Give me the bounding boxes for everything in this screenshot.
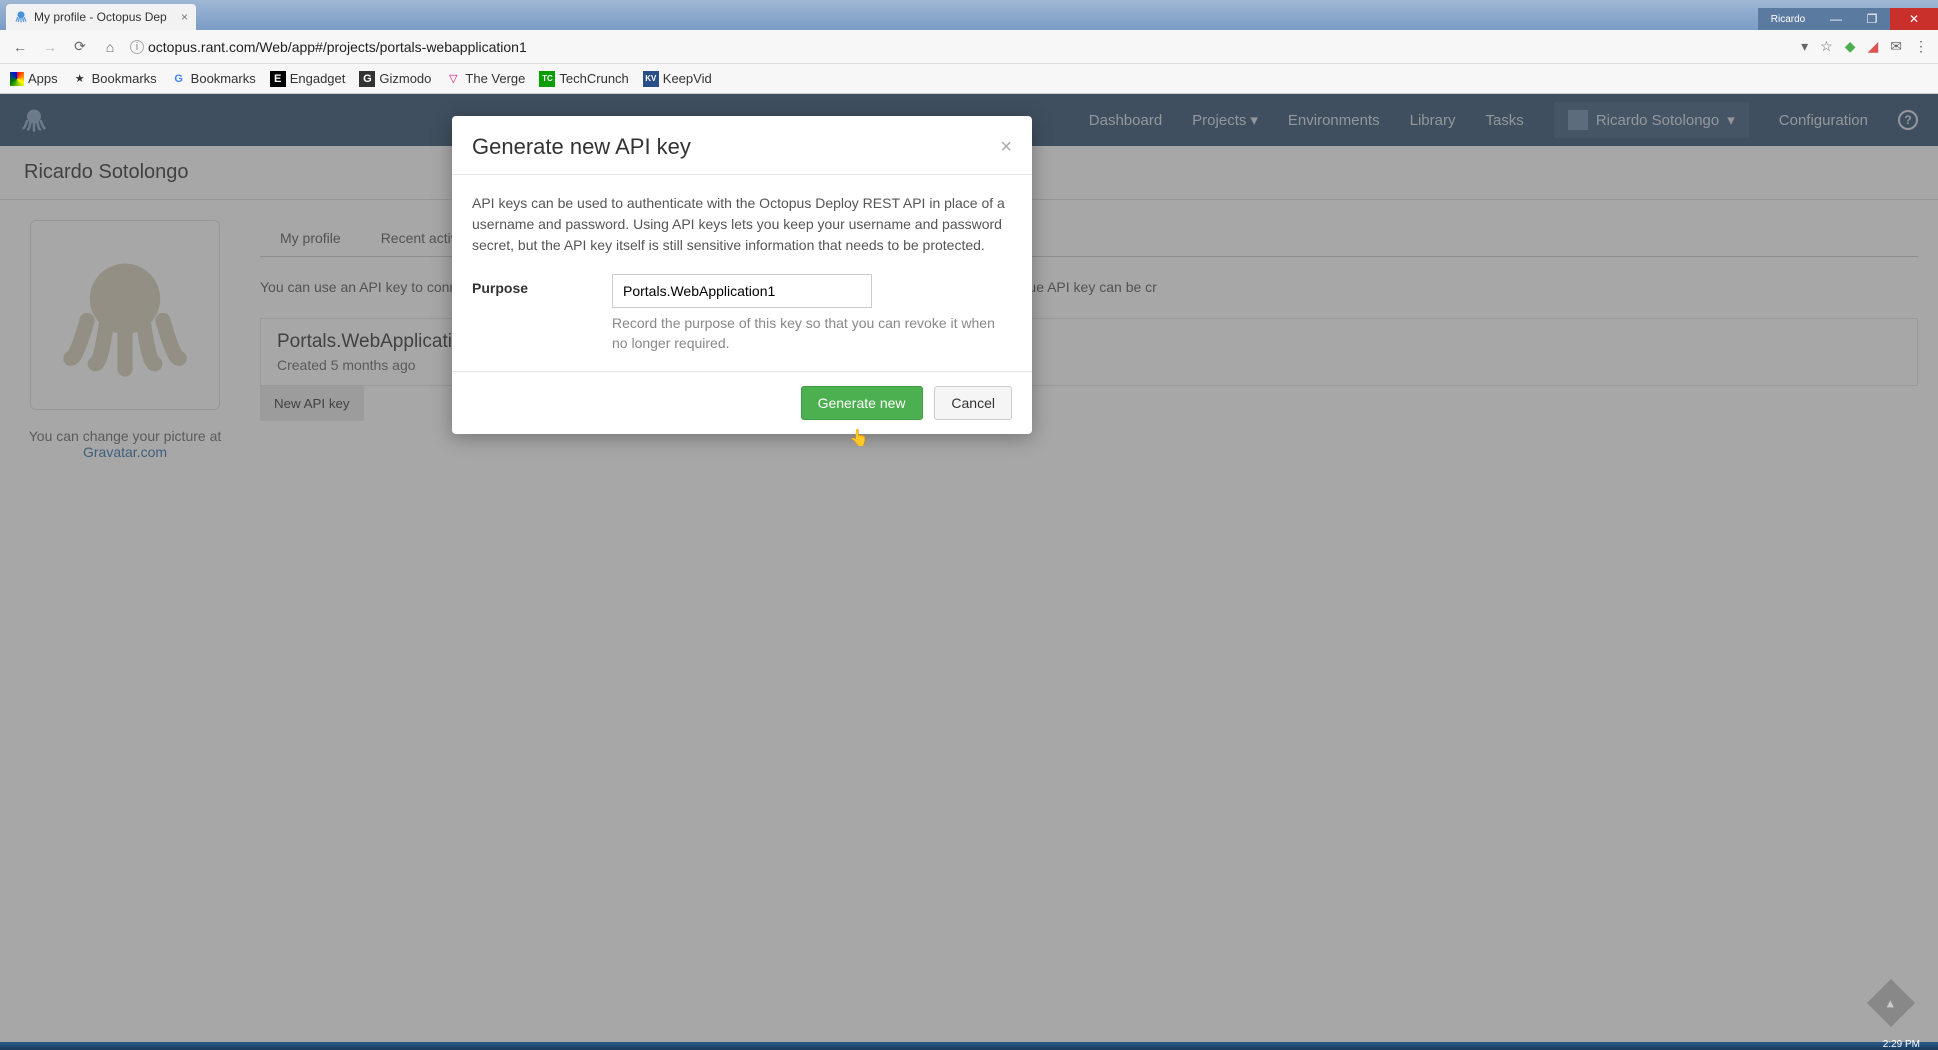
bookmark-item[interactable]: GGizmodo bbox=[359, 71, 431, 87]
verge-icon: ▽ bbox=[445, 71, 461, 87]
reload-icon[interactable]: ⟳ bbox=[70, 38, 90, 55]
bookmarks-bar: Apps ★Bookmarks GBookmarks EEngadget GGi… bbox=[0, 64, 1938, 94]
purpose-label: Purpose bbox=[472, 274, 592, 353]
extension-icon[interactable]: ◆ bbox=[1845, 38, 1856, 55]
bookmark-item[interactable]: GBookmarks bbox=[171, 71, 256, 87]
url-text: octopus.rant.com/Web/app#/projects/porta… bbox=[148, 39, 527, 55]
taskbar bbox=[0, 1042, 1938, 1050]
modal-title: Generate new API key bbox=[472, 134, 691, 160]
generate-new-button[interactable]: Generate new bbox=[801, 386, 923, 420]
window-minimize-button[interactable]: — bbox=[1818, 8, 1854, 30]
keepvid-icon: KV bbox=[643, 71, 659, 87]
star-icon[interactable]: ☆ bbox=[1820, 38, 1833, 55]
home-icon[interactable]: ⌂ bbox=[100, 39, 120, 55]
star-icon: ★ bbox=[72, 71, 88, 87]
bookmark-apps[interactable]: Apps bbox=[10, 71, 58, 86]
bookmark-item[interactable]: TCTechCrunch bbox=[539, 71, 628, 87]
back-icon[interactable]: ← bbox=[10, 39, 30, 55]
windows-user-badge: Ricardo bbox=[1758, 8, 1818, 30]
techcrunch-icon: TC bbox=[539, 71, 555, 87]
tab-title: My profile - Octopus Dep bbox=[34, 10, 167, 24]
google-icon: G bbox=[171, 71, 187, 87]
menu-icon[interactable]: ⋮ bbox=[1914, 38, 1928, 55]
address-bar[interactable]: i octopus.rant.com/Web/app#/projects/por… bbox=[130, 39, 1791, 55]
close-icon[interactable]: × bbox=[1000, 136, 1012, 159]
bookmark-item[interactable]: ▽The Verge bbox=[445, 71, 525, 87]
cancel-button[interactable]: Cancel bbox=[934, 386, 1012, 420]
tab-close-icon[interactable]: × bbox=[181, 10, 188, 24]
forward-icon: → bbox=[40, 39, 60, 55]
purpose-hint: Record the purpose of this key so that y… bbox=[612, 314, 1012, 353]
engadget-icon: E bbox=[270, 71, 286, 87]
bookmark-item[interactable]: KVKeepVid bbox=[643, 71, 712, 87]
window-maximize-button[interactable]: ❐ bbox=[1854, 8, 1890, 30]
generate-api-key-modal: Generate new API key × API keys can be u… bbox=[452, 116, 1032, 434]
purpose-input[interactable] bbox=[612, 274, 872, 308]
window-close-button[interactable]: ✕ bbox=[1890, 8, 1938, 30]
modal-description: API keys can be used to authenticate wit… bbox=[472, 193, 1012, 256]
apps-icon bbox=[10, 72, 24, 86]
extension2-icon[interactable]: ◢ bbox=[1867, 38, 1878, 55]
browser-tab[interactable]: My profile - Octopus Dep × bbox=[6, 4, 196, 30]
info-icon[interactable]: i bbox=[130, 40, 144, 54]
gizmodo-icon: G bbox=[359, 71, 375, 87]
taskbar-clock: 2:29 PM bbox=[1883, 1039, 1920, 1050]
cursor-icon: 👆 bbox=[849, 428, 869, 448]
mail-icon[interactable]: ✉ bbox=[1890, 38, 1902, 55]
bookmark-item[interactable]: ★Bookmarks bbox=[72, 71, 157, 87]
octopus-icon bbox=[14, 9, 28, 26]
bookmark-item[interactable]: EEngadget bbox=[270, 71, 346, 87]
bookmark-page-icon[interactable]: ▾ bbox=[1801, 38, 1808, 55]
